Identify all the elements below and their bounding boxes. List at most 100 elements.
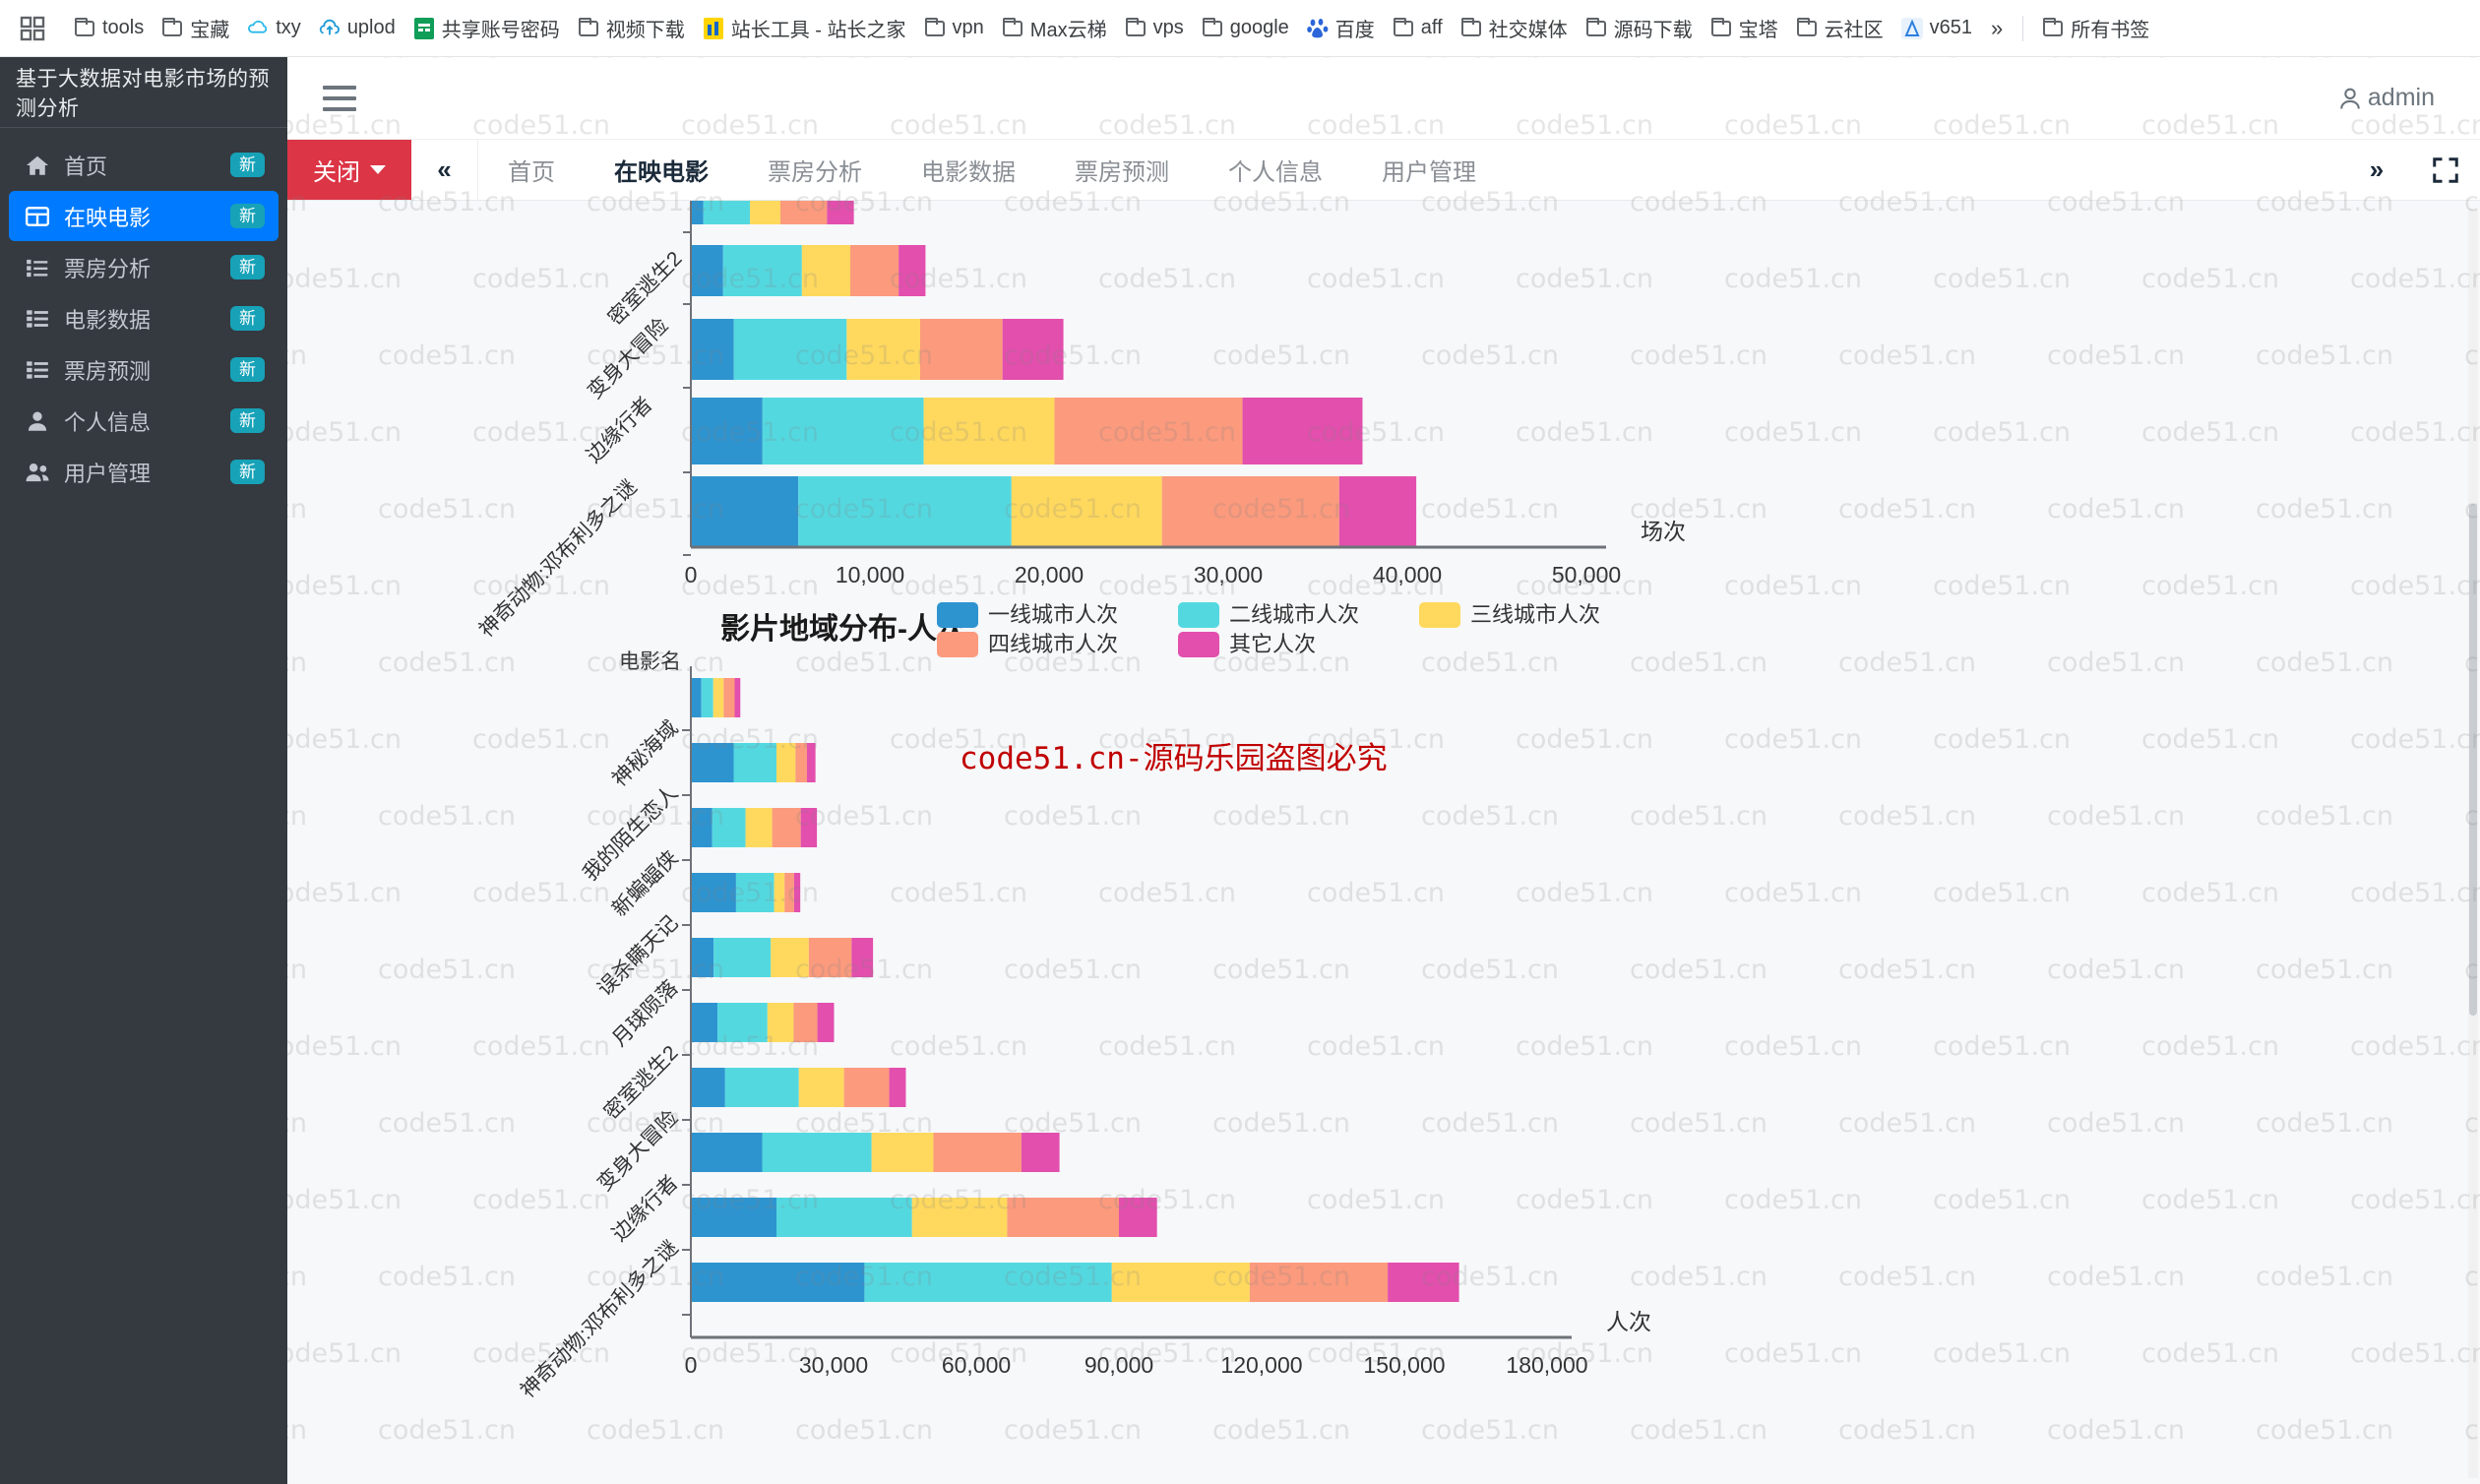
tab-1[interactable]: 首页 (478, 140, 585, 200)
bookmark-label: tools (102, 17, 145, 38)
bar-segment (691, 1198, 776, 1237)
bookmarks-overflow-button[interactable]: » (1981, 12, 2013, 45)
double-chevron-left-icon[interactable]: « (411, 140, 478, 200)
bookmark-item[interactable]: txy (238, 12, 310, 44)
bookmark-item[interactable]: aff (1384, 12, 1452, 44)
bookmark-item[interactable]: 视频下载 (569, 9, 694, 47)
all-bookmarks-button[interactable]: 所有书签 (2033, 9, 2158, 47)
bar-segment (691, 1263, 865, 1302)
folder-icon (2042, 17, 2064, 39)
bookmark-item[interactable]: 云社区 (1787, 9, 1892, 47)
bar-segment (691, 808, 713, 847)
folder-icon (1585, 17, 1607, 39)
bar-segment (691, 678, 702, 717)
bookmark-item[interactable]: v651 (1892, 12, 1981, 44)
sidebar-item-2[interactable]: 在映电影 新 (9, 191, 279, 241)
x-tick-label: 10,000 (836, 562, 904, 587)
bar-segment (780, 201, 828, 224)
tab-2[interactable]: 在映电影 (585, 140, 738, 200)
x-tick-label: 120,000 (1220, 1352, 1302, 1378)
chart-title: 影片地域分布-人次 (720, 613, 966, 646)
v2ray-icon (1900, 17, 1923, 39)
bar-segment (793, 873, 801, 912)
legend-swatch (937, 632, 978, 657)
sidebar-item-5[interactable]: 票房预测 新 (9, 344, 279, 395)
folder-icon (74, 17, 95, 39)
folder-icon (924, 17, 946, 39)
bar-segment (691, 1003, 718, 1042)
bookmark-item[interactable]: 源码下载 (1577, 9, 1702, 47)
watermark-red-text: code51.cn-源码乐园盗图必究 (960, 741, 1388, 776)
bookmark-label: 社交媒体 (1488, 20, 1568, 41)
x-tick-label: 60,000 (942, 1352, 1011, 1378)
bar-segment (691, 245, 723, 296)
bookmark-label: 宝藏 (190, 20, 230, 41)
bookmark-item[interactable]: vpn (915, 12, 993, 44)
bar-segment (774, 873, 785, 912)
folder-icon (161, 17, 183, 39)
fullscreen-icon[interactable] (2411, 140, 2480, 200)
sidebar-item-6[interactable]: 个人信息 新 (9, 396, 279, 446)
chinaz-icon (703, 17, 724, 39)
sidebar-item-label: 票房分析 (64, 256, 152, 281)
legend-label: 三线城市人次 (1470, 602, 1600, 627)
sidebar-item-7[interactable]: 用户管理 新 (9, 447, 279, 497)
bookmark-item[interactable]: 宝藏 (153, 9, 238, 47)
bar-segment (1242, 398, 1363, 464)
bookmark-item[interactable]: tools (65, 12, 153, 44)
bookmark-label: 宝塔 (1738, 20, 1778, 41)
caret-down-icon (370, 165, 386, 174)
bookmark-item[interactable]: 宝塔 (1702, 9, 1787, 47)
sidebar-item-3[interactable]: 票房分析 新 (9, 242, 279, 292)
sidebar-item-1[interactable]: 首页 新 (9, 140, 279, 190)
bar-segment (846, 319, 920, 380)
tab-4[interactable]: 电影数据 (892, 140, 1045, 200)
bar-segment (911, 1198, 1008, 1237)
sidebar-item-label: 票房预测 (64, 358, 152, 384)
close-tabs-button[interactable]: 关闭 (287, 140, 411, 200)
sidebar-item-4[interactable]: 电影数据 新 (9, 293, 279, 343)
tab-5[interactable]: 票房预测 (1045, 140, 1199, 200)
bookmark-item[interactable]: 百度 (1298, 9, 1384, 47)
user-menu[interactable]: admin (2336, 84, 2452, 112)
double-chevron-right-icon[interactable]: » (2342, 140, 2411, 200)
bookmarks-divider (2022, 15, 2024, 41)
bookmark-item[interactable]: vps (1116, 12, 1193, 44)
tabs-container: 首页 在映电影 票房分析 电影数据 票房预测 个人信息 用户管理 (478, 140, 2342, 200)
browser-bookmarks-bar: tools 宝藏 txy uplod 共享账号密码 视频下载 站长工具 - 站长之家 vpn M… (0, 0, 2480, 57)
bar-segment (798, 1068, 844, 1107)
user-icon (2336, 85, 2364, 112)
bar-segment (724, 1068, 799, 1107)
bar-segment (750, 201, 780, 224)
hamburger-icon[interactable] (323, 85, 356, 111)
sidebar-item-label: 用户管理 (64, 461, 152, 486)
x-tick-label: 150,000 (1363, 1352, 1445, 1378)
users-icon (23, 461, 52, 484)
y-tick-label: 神奇动物:邓布利多之谜 (475, 475, 642, 642)
tab-6[interactable]: 个人信息 (1199, 140, 1352, 200)
list-icon (23, 256, 52, 279)
apps-grid-icon[interactable] (14, 10, 51, 47)
legend-label: 二线城市人次 (1229, 602, 1359, 627)
bar-segment (864, 1263, 1112, 1302)
charts-scroll-region[interactable]: 0 10,000 20,000 30,000 40,000 50,000 场次 密室逃生2 变身… (287, 201, 2480, 1484)
bookmark-item[interactable]: 站长工具 - 站长之家 (694, 9, 915, 47)
bookmark-item[interactable]: 社交媒体 (1452, 9, 1577, 47)
x-tick-label: 30,000 (799, 1352, 868, 1378)
bookmark-item[interactable]: google (1193, 12, 1298, 44)
tencent-cloud-icon (247, 18, 269, 39)
tab-7[interactable]: 用户管理 (1352, 140, 1506, 200)
scrollbar-thumb[interactable] (2469, 504, 2477, 1016)
bar-segment (808, 938, 852, 977)
bookmark-label: txy (276, 17, 301, 38)
bookmark-item[interactable]: Max云梯 (993, 9, 1116, 47)
tab-3[interactable]: 票房分析 (738, 140, 892, 200)
vertical-scrollbar[interactable] (2468, 209, 2478, 1478)
bar-segment (691, 398, 763, 464)
grid-table-icon (23, 205, 52, 228)
legend-label: 四线城市人次 (988, 632, 1118, 656)
legend-label: 其它人次 (1229, 632, 1316, 656)
y-tick-label: 密室逃生2 (604, 247, 687, 330)
bookmark-item[interactable]: uplod (310, 12, 404, 44)
bookmark-item[interactable]: 共享账号密码 (404, 9, 569, 47)
